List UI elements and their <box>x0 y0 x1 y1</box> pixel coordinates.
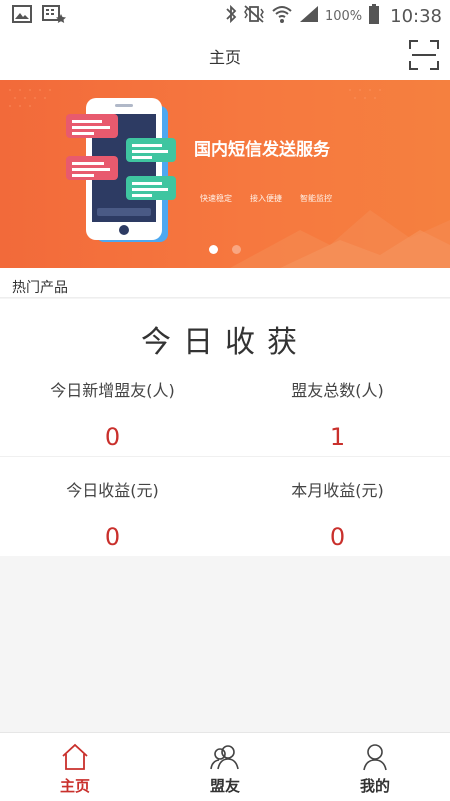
banner-tag: 接入便捷 <box>250 194 282 203</box>
bluetooth-icon <box>225 4 237 28</box>
banner-illustration <box>9 89 450 268</box>
carousel-dot-active[interactable] <box>209 245 218 254</box>
tab-friends[interactable]: 盟友 <box>150 733 300 801</box>
status-bar: 100% 10:38 <box>0 0 450 32</box>
promo-banner[interactable] <box>0 80 450 268</box>
banner-title: 国内短信发送服务 <box>194 140 330 160</box>
banner-tags: 快速稳定 接入便捷 智能监控 <box>200 193 332 204</box>
stat-total-friends: 盟友总数(人) 1 <box>225 377 450 451</box>
clock: 10:38 <box>390 5 442 27</box>
earnings-panel: 今日收获 今日新增盟友(人) 0 盟友总数(人) 1 今日收益(元) 0 本月收… <box>0 299 450 556</box>
stat-value: 0 <box>104 423 121 451</box>
status-bar-left <box>12 5 66 27</box>
stat-label: 盟友总数(人) <box>291 381 384 400</box>
stat-value: 1 <box>329 423 346 451</box>
image-icon <box>12 5 32 27</box>
stat-value: 0 <box>104 523 121 551</box>
vibrate-icon <box>243 4 265 28</box>
banner-tag: 智能监控 <box>300 194 332 203</box>
stat-month-earnings: 本月收益(元) 0 <box>225 477 450 551</box>
page-title: 主页 <box>208 48 241 67</box>
hot-products-heading: 热门产品 <box>0 268 450 298</box>
profile-icon <box>363 744 387 771</box>
keyboard-icon <box>42 5 66 27</box>
wifi-icon <box>271 4 293 28</box>
tab-label: 我的 <box>359 777 390 795</box>
tab-profile[interactable]: 我的 <box>300 733 450 801</box>
home-icon <box>62 743 88 770</box>
earnings-title: 今日收获 <box>141 325 309 360</box>
status-bar-right: 100% 10:38 <box>225 4 442 28</box>
battery-icon <box>368 4 380 28</box>
stat-new-friends-today: 今日新增盟友(人) 0 <box>0 377 225 451</box>
bottom-tab-bar: 主页 盟友 我的 <box>0 732 450 801</box>
stat-today-earnings: 今日收益(元) 0 <box>0 477 225 551</box>
tab-label: 盟友 <box>209 777 240 795</box>
battery-percent: 100% <box>324 8 363 24</box>
app-header: 主页 <box>0 32 450 80</box>
scan-icon <box>409 40 439 70</box>
stat-label: 今日收益(元) <box>66 481 159 500</box>
stat-label: 今日新增盟友(人) <box>50 381 175 400</box>
scan-button[interactable] <box>408 39 440 71</box>
tab-label: 主页 <box>59 777 90 795</box>
stat-value: 0 <box>329 523 346 551</box>
banner-tag: 快速稳定 <box>200 194 232 203</box>
carousel-dot[interactable] <box>232 245 241 254</box>
signal-icon <box>299 5 319 27</box>
stat-label: 本月收益(元) <box>291 481 384 500</box>
carousel-indicator <box>209 245 241 254</box>
tab-home[interactable]: 主页 <box>0 733 150 801</box>
friends-icon <box>210 745 239 770</box>
divider <box>0 456 450 457</box>
